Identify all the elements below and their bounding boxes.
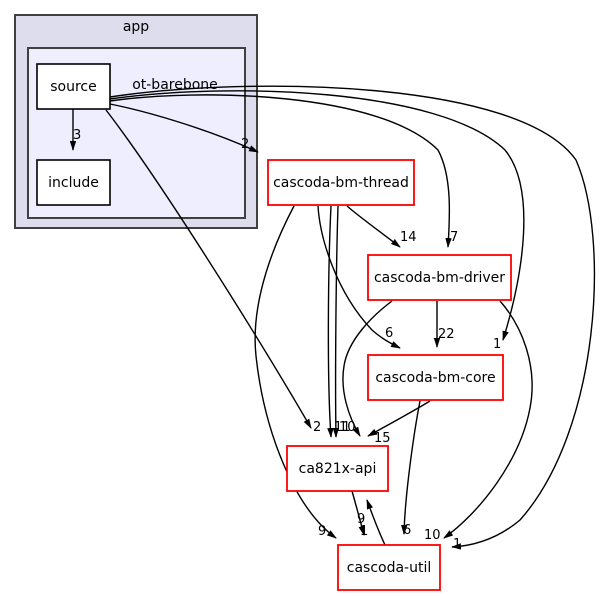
node-box-ca821x-api	[286, 445, 389, 492]
edge-core-cascoda-util	[401, 400, 421, 535]
edge-driver-cascoda-util	[443, 300, 533, 539]
edge-thread-ca821x-api	[327, 205, 334, 438]
edge-core-ca821x-api	[367, 400, 431, 437]
edge-thread-driver	[346, 205, 401, 248]
node-box-cascoda-bm-driver	[367, 254, 512, 301]
graph-canvas	[14, 14, 596, 591]
node-box-cascoda-bm-thread	[267, 159, 415, 206]
directory-dependency-graph: app ot-barebone source include cascoda-b…	[0, 0, 604, 596]
node-box-cascoda-util	[337, 544, 441, 591]
node-box-source	[36, 63, 111, 110]
edge-ca821x-api-cascoda-util	[351, 490, 365, 536]
edge-thread-ca821x-api-b	[332, 205, 340, 438]
node-box-include	[36, 159, 111, 206]
edge-cascoda-util-ca821x-api	[366, 499, 386, 546]
node-box-cascoda-bm-core	[367, 354, 504, 401]
